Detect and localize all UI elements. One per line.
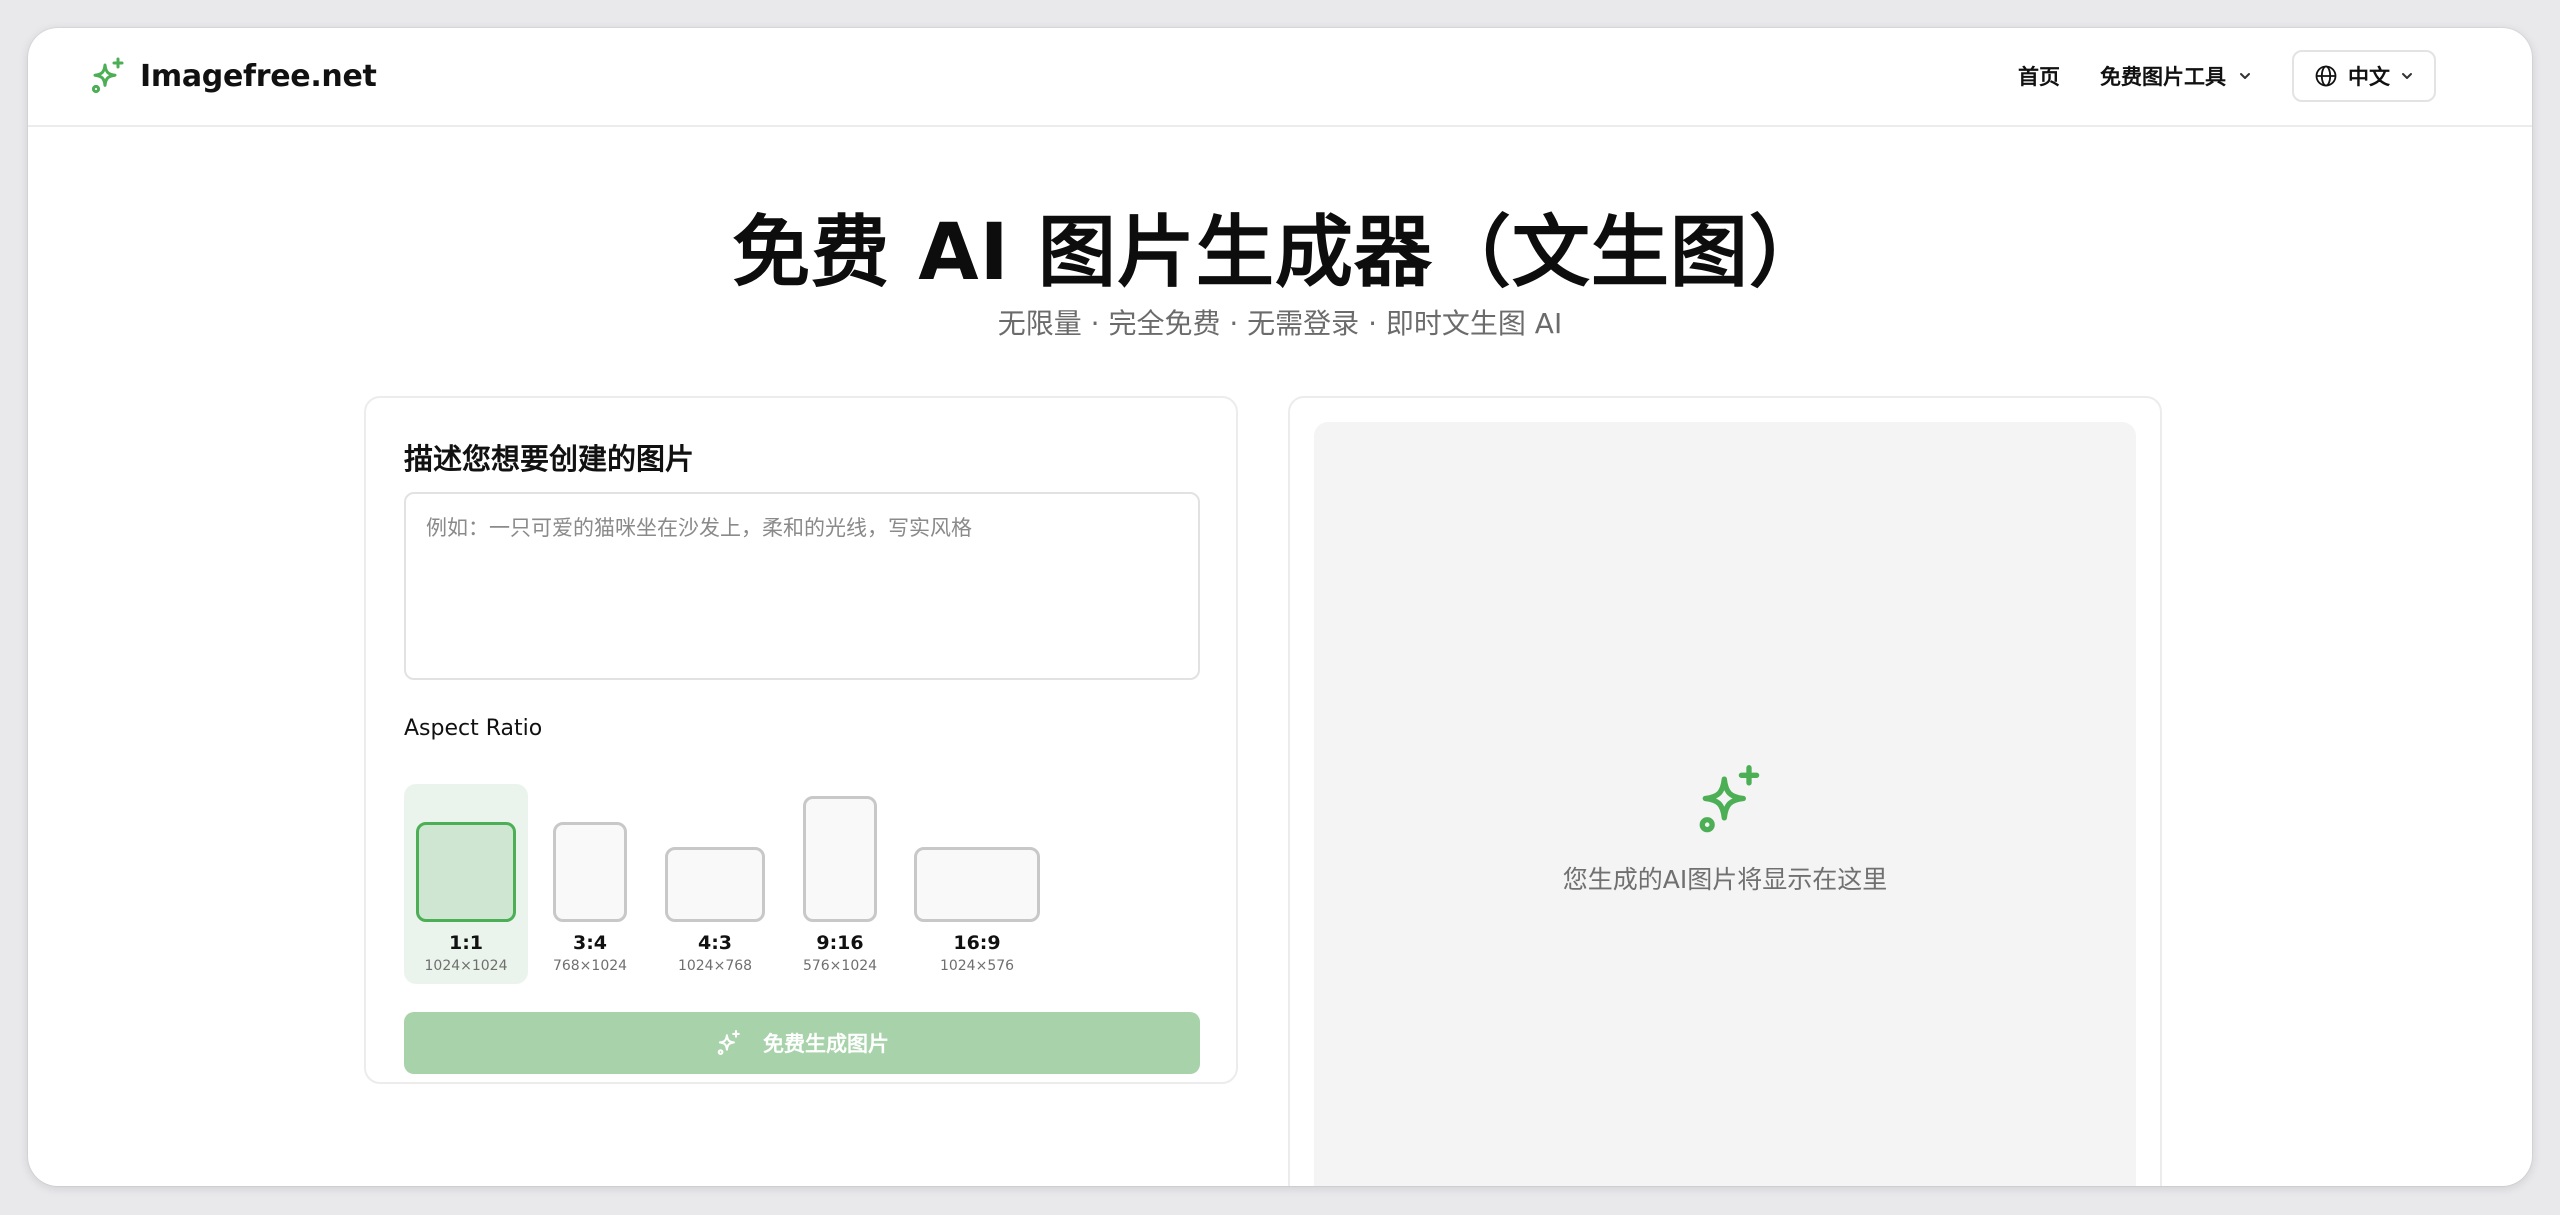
aspect-option-1-1[interactable]: 1:1 1024×1024 [404,784,528,984]
aspect-option-name: 1:1 [448,932,484,954]
aspect-shape-9-16 [803,796,877,922]
aspect-shape-4-3 [665,847,765,922]
aspect-option-size: 768×1024 [552,958,628,974]
aspect-option-4-3[interactable]: 4:3 1024×768 [652,784,778,984]
aspect-option-name: 16:9 [953,932,1001,954]
language-label: 中文 [2348,65,2390,89]
preview-placeholder-text: 您生成的AI图片将显示在这里 [1562,865,1888,894]
nav-home-link[interactable]: 首页 [2018,61,2060,91]
top-navbar: Imagefree.net 首页 免费图片工具 中文 [28,28,2532,127]
sparkle-icon [717,1030,740,1055]
aspect-option-name: 3:4 [572,932,608,954]
generate-button-label: 免费生成图片 [763,1033,889,1056]
nav-tools-label: 免费图片工具 [2100,65,2226,89]
generator-form-card: 描述您想要创建的图片 Aspect Ratio 1:1 1024×1024 3:… [364,396,1238,1084]
aspect-shape-16-9 [914,847,1040,922]
aspect-shape-3-4 [553,822,627,922]
aspect-option-size: 1024×1024 [424,958,508,974]
aspect-option-16-9[interactable]: 16:9 1024×576 [902,784,1052,984]
nav-tools-dropdown[interactable]: 免费图片工具 [2100,61,2252,91]
aspect-option-9-16[interactable]: 9:16 576×1024 [778,784,902,984]
aspect-option-name: 4:3 [697,932,733,954]
language-selector[interactable]: 中文 [2292,50,2436,102]
prompt-input[interactable] [404,492,1200,680]
aspect-option-size: 1024×768 [677,958,753,974]
chevron-down-icon [2240,73,2250,79]
sparkle-icon [91,57,124,94]
globe-icon [2315,65,2337,87]
sparkle-icon [1699,765,1760,833]
app-window: Imagefree.net 首页 免费图片工具 中文 免费 AI 图片生成器（文… [28,28,2532,1186]
page-title: 免费 AI 图片生成器（文生图） [732,208,1828,298]
aspect-option-size: 576×1024 [802,958,878,974]
preview-card: 您生成的AI图片将显示在这里 [1288,396,2162,1186]
brand-logo-link[interactable]: Imagefree.net [88,56,377,96]
aspect-shape-1-1 [416,822,516,922]
page-subtitle: 无限量 · 完全免费 · 无需登录 · 即时文生图 AI [997,307,1563,340]
aspect-option-3-4[interactable]: 3:4 768×1024 [528,784,652,984]
aspect-option-name: 9:16 [816,932,864,954]
image-preview-area: 您生成的AI图片将显示在这里 [1314,422,2136,1186]
aspect-option-size: 1024×576 [939,958,1015,974]
brand-name: Imagefree.net [140,58,377,94]
form-section-title: 描述您想要创建的图片 [404,442,695,476]
generate-image-button[interactable]: 免费生成图片 [404,1012,1200,1074]
aspect-ratio-label: Aspect Ratio [404,716,543,741]
chevron-down-icon [2402,73,2412,79]
main-nav: 首页 免费图片工具 中文 [2018,50,2436,102]
